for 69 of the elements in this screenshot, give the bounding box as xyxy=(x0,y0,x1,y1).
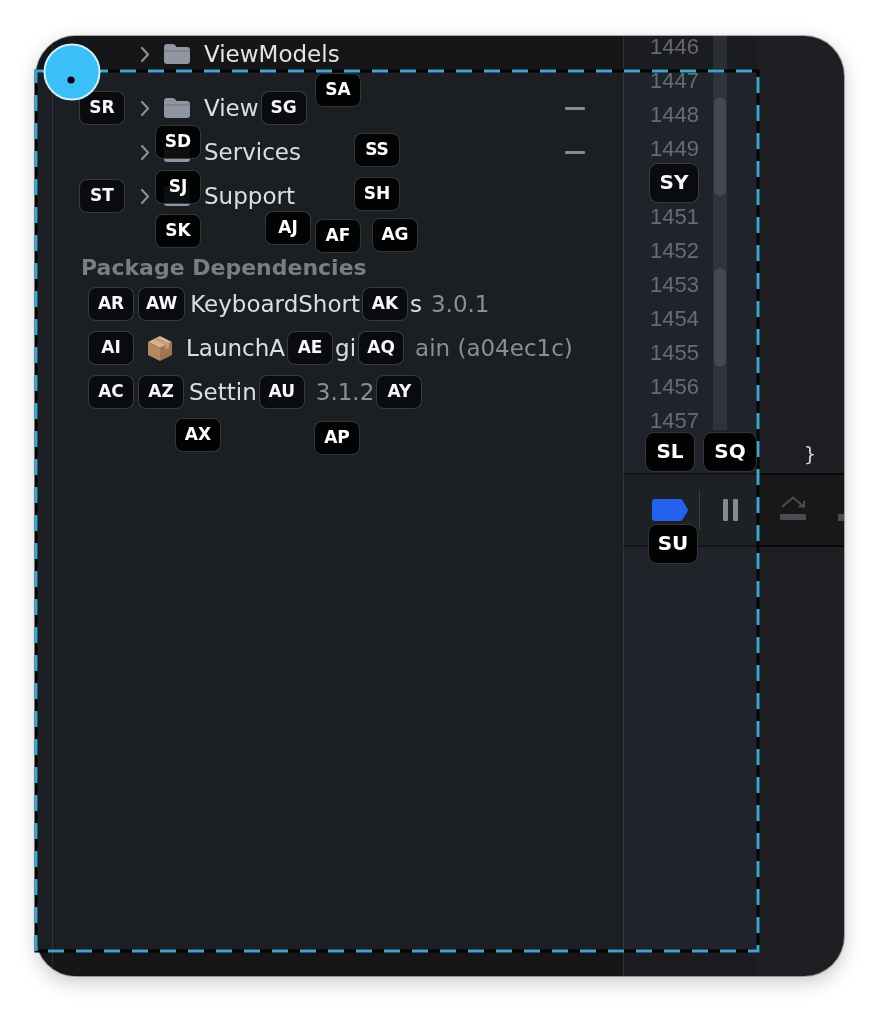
folder-name[interactable]: Support xyxy=(204,183,295,209)
line-number: 1448 xyxy=(650,106,699,124)
shortcut-hint: AP xyxy=(314,421,360,455)
shortcut-hint: SU xyxy=(648,524,698,564)
line-number: 1457 xyxy=(650,412,699,430)
line-number: 1446 xyxy=(650,38,699,56)
line-number: 1452 xyxy=(650,242,699,260)
package-name[interactable]: Settin xyxy=(189,379,257,405)
folder-icon xyxy=(163,43,191,65)
section-header: Package Dependencies xyxy=(81,255,367,281)
folder-name[interactable]: View xyxy=(204,95,259,121)
line-number: 1447 xyxy=(650,72,699,90)
shortcut-hint: AF xyxy=(315,219,361,253)
package-detail: ain (a04ec1c) xyxy=(415,335,573,361)
shortcut-hint: SH xyxy=(354,177,400,211)
shortcut-hint: AR xyxy=(88,287,134,321)
folder-icon xyxy=(163,97,191,119)
tag-icon[interactable] xyxy=(652,499,688,521)
code-text: } xyxy=(804,442,817,466)
shortcut-hint: AJ xyxy=(265,211,311,245)
shortcut-hint: AY xyxy=(376,375,423,409)
pause-icon[interactable] xyxy=(723,499,738,521)
folder-name[interactable]: ViewModels xyxy=(204,41,340,67)
line-number: 1456 xyxy=(650,378,699,396)
bar-icon[interactable] xyxy=(838,513,844,521)
arrow-over-bar-icon[interactable] xyxy=(779,495,807,521)
package-icon xyxy=(146,334,174,362)
shortcut-hint: SL xyxy=(645,432,695,472)
shortcut-hint: AW xyxy=(138,287,186,321)
shortcut-hint: SY xyxy=(649,163,699,203)
shortcut-hint: AG xyxy=(372,218,418,252)
disclosure-chevron[interactable] xyxy=(140,143,150,161)
shortcut-hint: AK xyxy=(362,287,408,321)
line-number: 1451 xyxy=(650,208,699,226)
line-number: 1454 xyxy=(650,310,699,328)
pointer-indicator-icon xyxy=(43,43,101,101)
line-number: 1453 xyxy=(650,276,699,294)
shortcut-hint: AI xyxy=(88,331,134,365)
shortcut-hint: SG xyxy=(260,91,307,125)
folder-name[interactable]: Services xyxy=(204,139,301,165)
shortcut-hint: SQ xyxy=(703,432,757,472)
scrollbar-thumb[interactable] xyxy=(714,268,726,367)
shortcut-hint: AZ xyxy=(138,375,184,409)
disclosure-chevron[interactable] xyxy=(140,99,150,117)
package-detail: 3.1.2 xyxy=(315,379,375,405)
shortcut-hint: SA xyxy=(315,73,361,107)
package-name[interactable]: KeyboardShort xyxy=(190,291,360,317)
shortcut-hint: AQ xyxy=(358,331,405,365)
line-number: 1449 xyxy=(650,140,699,158)
shortcut-hint: AX xyxy=(175,418,221,452)
shortcut-hint: AE xyxy=(287,331,334,365)
disclosure-chevron[interactable] xyxy=(140,45,150,63)
shortcut-hint: SR xyxy=(79,91,125,125)
line-number: 1455 xyxy=(650,344,699,362)
shortcut-hint: SS xyxy=(354,133,400,167)
scrollbar-track[interactable] xyxy=(713,36,727,430)
shortcut-hint: ST xyxy=(79,179,125,213)
disclosure-chevron[interactable] xyxy=(140,187,150,205)
shortcut-hint: SK xyxy=(155,214,201,248)
shortcut-hint: AC xyxy=(88,375,134,409)
shortcut-hint: SD xyxy=(155,125,201,159)
code-editor[interactable]: } xyxy=(757,36,844,473)
package-name[interactable]: LaunchA xyxy=(186,335,286,361)
package-name[interactable]: gi xyxy=(335,335,357,361)
scrollbar-thumb[interactable] xyxy=(714,97,726,196)
package-detail: 3.0.1 xyxy=(431,291,490,317)
shortcut-hint: AU xyxy=(258,375,305,409)
shortcut-hint: SJ xyxy=(155,170,201,204)
package-name[interactable]: s xyxy=(410,291,422,317)
